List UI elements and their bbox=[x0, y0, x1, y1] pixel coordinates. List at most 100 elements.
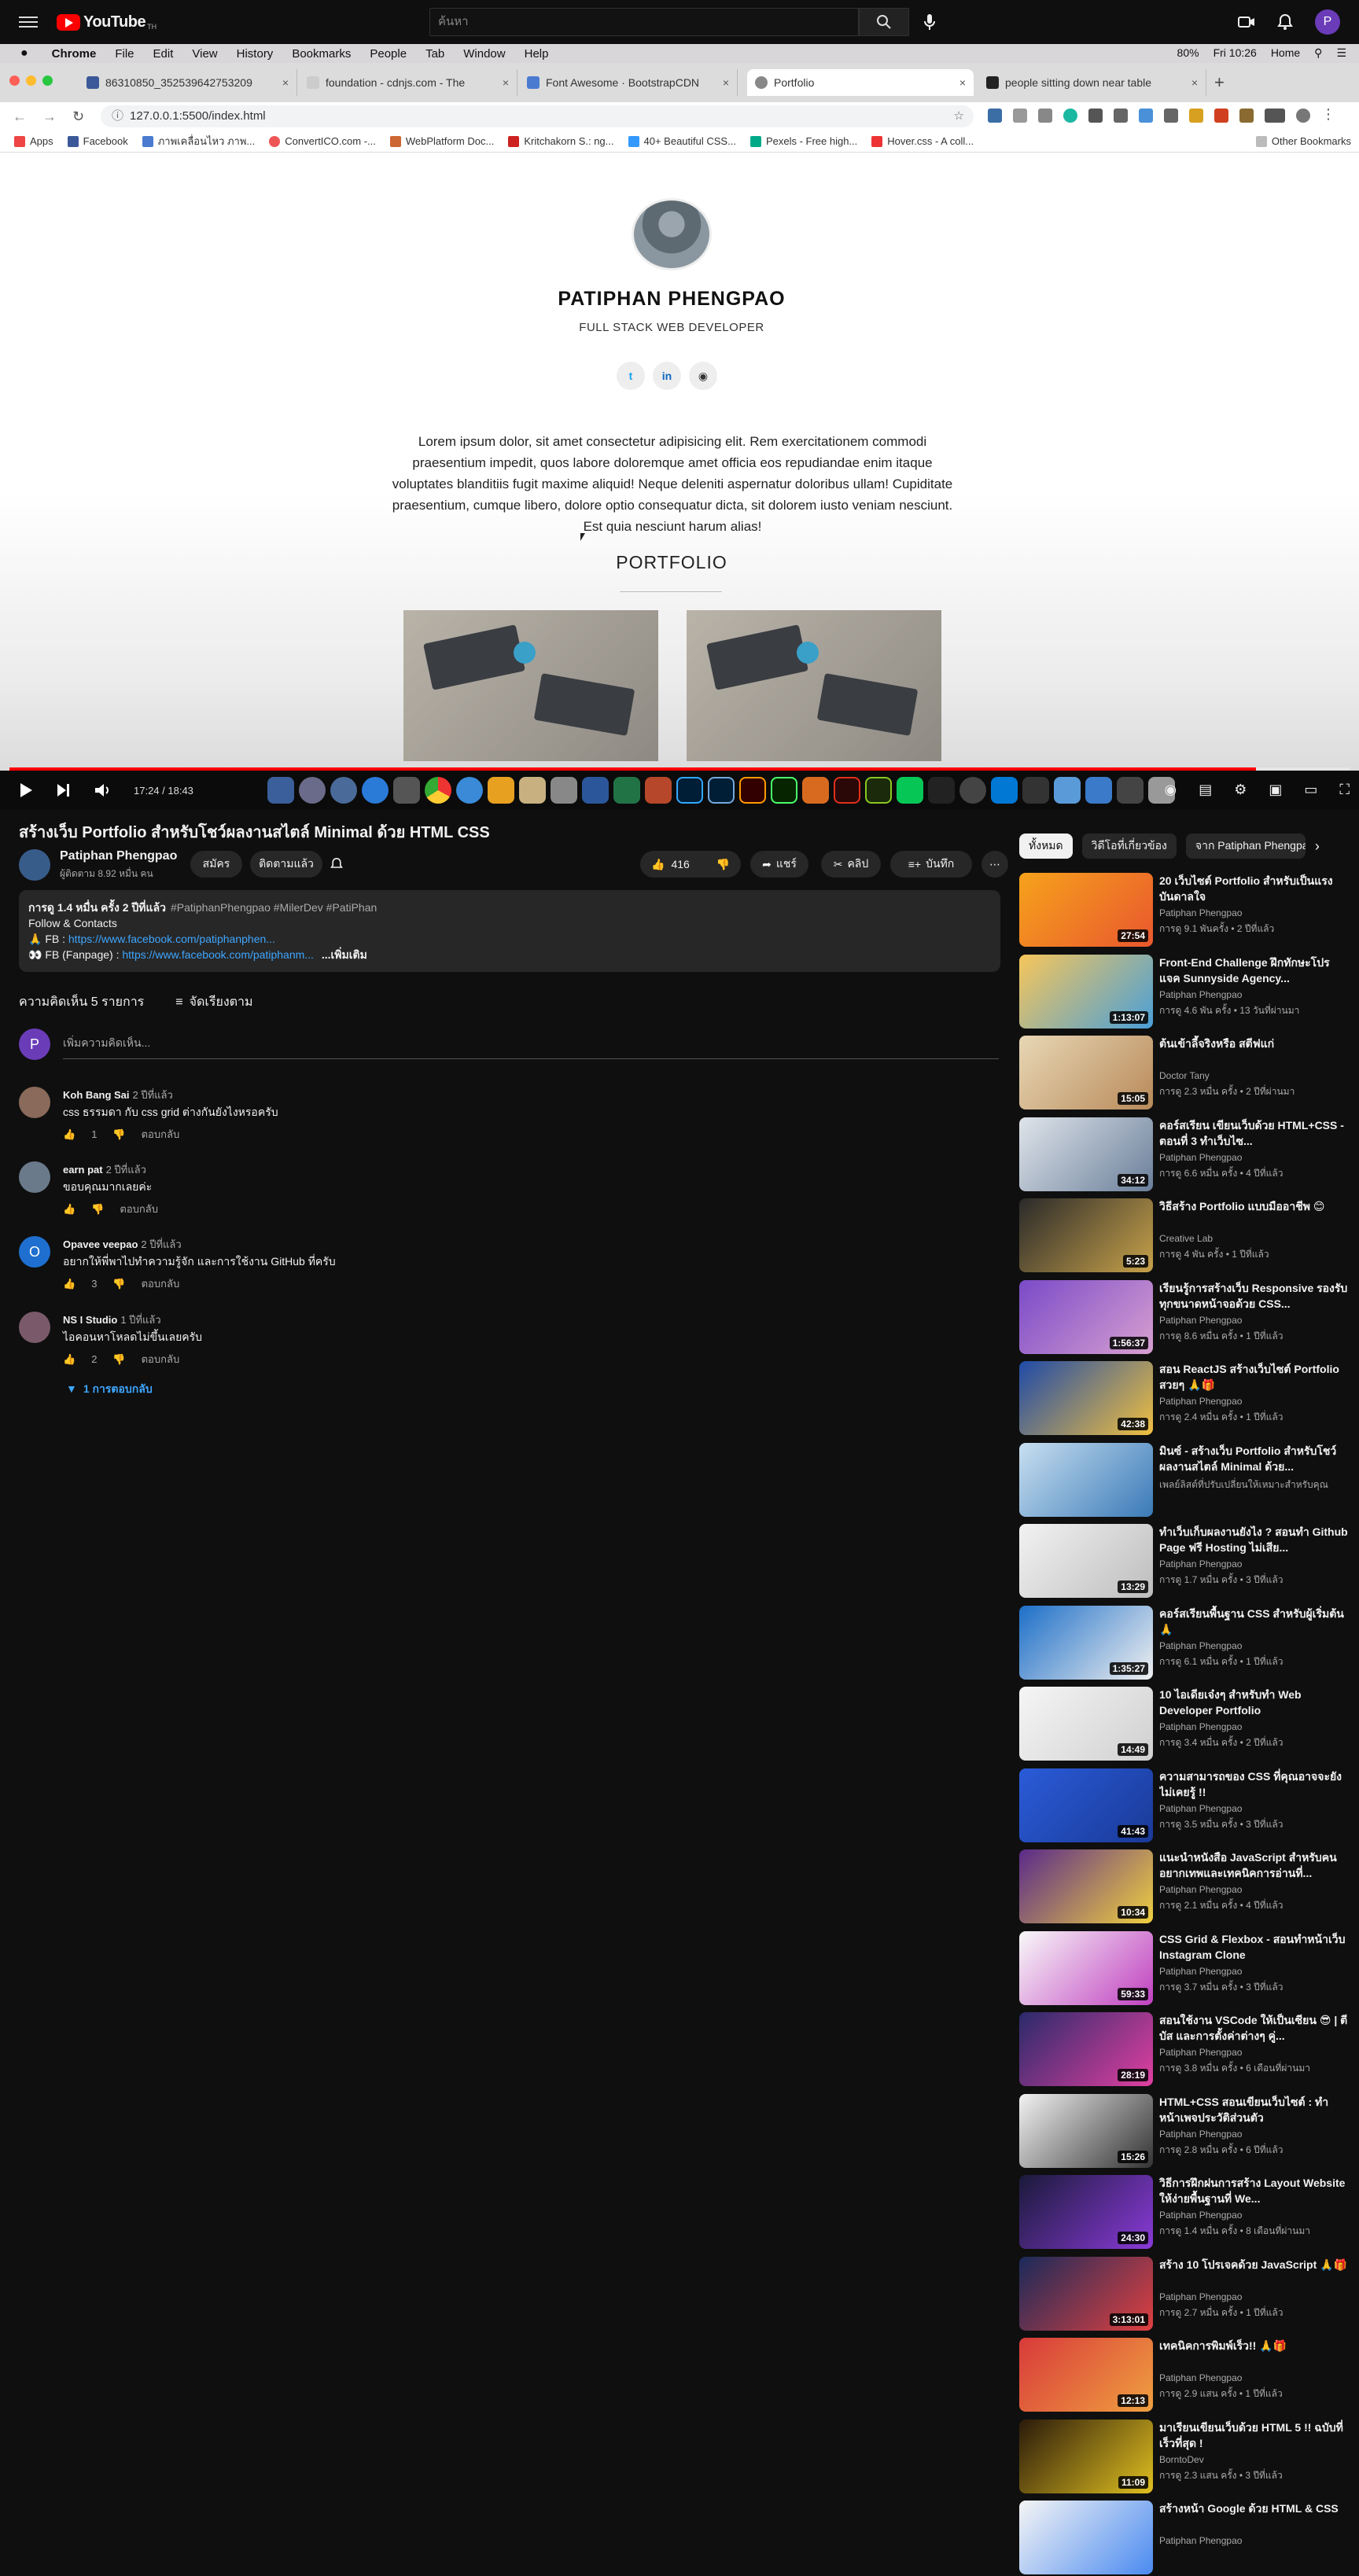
create-video-icon[interactable] bbox=[1238, 15, 1255, 29]
bookmark-webplatform[interactable]: WebPlatform Doc... bbox=[389, 135, 494, 147]
like-icon[interactable]: 👍 bbox=[651, 858, 665, 871]
comment-time[interactable]: 2 ปีที่แล้ว bbox=[106, 1164, 146, 1176]
commenter-avatar[interactable] bbox=[19, 1161, 50, 1193]
menu-chrome[interactable]: Chrome bbox=[52, 47, 97, 61]
other-bookmarks[interactable]: Other Bookmarks bbox=[1255, 135, 1351, 147]
account-avatar[interactable]: P bbox=[1315, 9, 1340, 35]
bookmark-pexels[interactable]: Pexels - Free high... bbox=[749, 135, 857, 147]
chevron-right-icon[interactable]: › bbox=[1315, 834, 1320, 859]
profile-avatar-icon[interactable] bbox=[1296, 109, 1310, 123]
dock-app-icon[interactable] bbox=[1117, 777, 1144, 804]
join-button[interactable]: สมัคร bbox=[190, 851, 242, 878]
dock-app-icon[interactable] bbox=[456, 777, 483, 804]
search-button[interactable] bbox=[859, 8, 909, 36]
dislike-icon[interactable]: 👎 bbox=[91, 1203, 104, 1216]
fanpage-link[interactable]: https://www.facebook.com/patiphanm... bbox=[122, 948, 314, 961]
menu-icon[interactable] bbox=[19, 17, 38, 28]
bookmark-facebook[interactable]: Facebook bbox=[67, 135, 128, 147]
chip-all[interactable]: ทั้งหมด bbox=[1019, 834, 1073, 859]
related-video-channel[interactable]: Patiphan Phengpao bbox=[1159, 1721, 1242, 1732]
bookmark-kritchakorn[interactable]: Kritchakorn S.: ng... bbox=[508, 135, 614, 147]
related-video-title[interactable]: Front-End Challenge ฝึกทักษะโปรแจค Sunny… bbox=[1159, 955, 1348, 986]
folder-icon[interactable] bbox=[1054, 777, 1081, 804]
extension-icon[interactable] bbox=[1265, 109, 1285, 123]
dislike-icon[interactable]: 👎 bbox=[112, 1278, 125, 1290]
related-video-channel[interactable]: Doctor Tany bbox=[1159, 1070, 1210, 1081]
related-video-item[interactable]: 1:56:37 เรียนรู้การสร้างเว็บ Responsive ร… bbox=[1019, 1280, 1350, 1356]
notifications-bell-icon[interactable] bbox=[1277, 13, 1293, 31]
related-video-title[interactable]: แนะนำหนังสือ JavaScript สำหรับคนอยากเทพแ… bbox=[1159, 1849, 1348, 1881]
related-video-title[interactable]: ต้นเข้าลี้จริงหรือ สตีฟแก่ bbox=[1159, 1036, 1348, 1051]
related-video-title[interactable]: 10 ไอเดียเจ๋งๆ สำหรับทำ Web Developer Po… bbox=[1159, 1687, 1348, 1718]
like-icon[interactable]: 👍 bbox=[63, 1353, 76, 1366]
twitter-icon[interactable]: t bbox=[617, 362, 645, 390]
related-video-item[interactable]: 15:05 ต้นเข้าลี้จริงหรือ สตีฟแก่ Doctor Ta… bbox=[1019, 1036, 1350, 1111]
chip-from-channel[interactable]: จาก Patiphan Phengpao bbox=[1185, 834, 1306, 859]
related-video-channel[interactable]: Patiphan Phengpao bbox=[1159, 2535, 1242, 2546]
forward-arrow-icon[interactable]: → bbox=[42, 109, 57, 125]
commenter-name[interactable]: Opavee veepao bbox=[63, 1238, 138, 1250]
chrome-icon[interactable] bbox=[425, 777, 451, 804]
commenter-avatar[interactable] bbox=[19, 1087, 50, 1118]
dock-app-icon[interactable] bbox=[362, 777, 389, 804]
search-input[interactable]: ค้นหา bbox=[429, 8, 859, 36]
terminal-icon[interactable] bbox=[928, 777, 955, 804]
menu-view[interactable]: View bbox=[192, 47, 217, 61]
dock-app-icon[interactable] bbox=[488, 777, 514, 804]
related-video-item[interactable]: 11:09 มาเรียนเขียนเว็บด้วย HTML 5 !! ฉบับ… bbox=[1019, 2420, 1350, 2495]
extension-icon[interactable] bbox=[1139, 109, 1153, 123]
related-video-channel[interactable]: Creative Lab bbox=[1159, 1233, 1213, 1244]
theater-mode-icon[interactable]: ▭ bbox=[1304, 782, 1317, 798]
menu-tab[interactable]: Tab bbox=[425, 47, 444, 61]
menu-people[interactable]: People bbox=[370, 47, 407, 61]
comment-time[interactable]: 2 ปีที่แล้ว bbox=[133, 1089, 173, 1101]
related-video-item[interactable]: 5:23 วิธีสร้าง Portfolio แบบมืออาชีพ 😊 Cre… bbox=[1019, 1198, 1350, 1274]
minimize-window-button[interactable] bbox=[26, 75, 36, 86]
apple-icon[interactable]: ● bbox=[20, 46, 28, 61]
github-icon[interactable]: ◉ bbox=[689, 362, 717, 390]
bookmark-gif[interactable]: ภาพเคลื่อนไหว ภาพ... bbox=[142, 133, 255, 149]
related-video-title[interactable]: เทคนิคการพิมพ์เร็ว!! 🙏🎁 bbox=[1159, 2338, 1348, 2353]
video-thumbnail[interactable]: 15:05 bbox=[1019, 1036, 1153, 1110]
video-thumbnail[interactable]: 27:54 bbox=[1019, 873, 1153, 947]
fullscreen-icon[interactable]: ⛶ bbox=[1339, 782, 1350, 798]
extension-icon[interactable] bbox=[1013, 109, 1027, 123]
related-video-item[interactable]: 41:43 ความสามารถของ CSS ที่คุณอาจจะยังไม่… bbox=[1019, 1768, 1350, 1844]
related-video-channel[interactable]: Patiphan Phengpao bbox=[1159, 2372, 1242, 2383]
video-thumbnail[interactable]: 15:26 bbox=[1019, 2094, 1153, 2168]
related-video-channel[interactable]: Patiphan Phengpao bbox=[1159, 1640, 1242, 1651]
more-actions-button[interactable]: ⋯ bbox=[982, 851, 1008, 878]
autoplay-toggle[interactable]: ◉ bbox=[1164, 782, 1177, 798]
extension-icon[interactable] bbox=[988, 109, 1002, 123]
menu-bookmarks[interactable]: Bookmarks bbox=[292, 47, 351, 61]
close-tab-icon[interactable]: × bbox=[282, 76, 289, 89]
related-video-title[interactable]: สอนใช้งาน VSCode ให้เป็นเซียน 😎 | ตีบัส … bbox=[1159, 2012, 1348, 2044]
close-tab-icon[interactable]: × bbox=[959, 76, 966, 89]
related-video-item[interactable]: 34:12 คอร์สเรียน เขียนเว็บด้วย HTML+CSS -… bbox=[1019, 1117, 1350, 1193]
commenter-name[interactable]: Koh Bang Sai bbox=[63, 1089, 130, 1101]
tab-pexels[interactable]: people sitting down near table × bbox=[978, 69, 1206, 96]
related-video-title[interactable]: ทำเว็บเก็บผลงานยังไง ? สอนทำ Github Page… bbox=[1159, 1524, 1348, 1555]
dock-app-icon[interactable] bbox=[1085, 777, 1112, 804]
reply-button[interactable]: ตอบกลับ bbox=[142, 1126, 180, 1143]
related-video-item[interactable]: สร้างหน้า Google ด้วย HTML & CSS Patiphan… bbox=[1019, 2501, 1350, 2576]
share-button[interactable]: ➦ แชร์ bbox=[750, 851, 808, 878]
reply-button[interactable]: ตอบกลับ bbox=[142, 1275, 180, 1292]
menu-history[interactable]: History bbox=[237, 47, 274, 61]
bookmark-css-buttons[interactable]: 40+ Beautiful CSS... bbox=[628, 135, 736, 147]
video-thumbnail[interactable]: 42:38 bbox=[1019, 1361, 1153, 1435]
subscribed-button[interactable]: ติดตามแล้ว bbox=[250, 851, 322, 878]
back-arrow-icon[interactable]: ← bbox=[13, 109, 27, 125]
video-thumbnail[interactable]: 34:12 bbox=[1019, 1117, 1153, 1191]
commenter-avatar[interactable]: O bbox=[19, 1236, 50, 1268]
related-video-item[interactable]: 42:38 สอน ReactJS สร้างเว็บไซต์ Portfolio… bbox=[1019, 1361, 1350, 1437]
video-thumbnail[interactable]: 1:56:37 bbox=[1019, 1280, 1153, 1354]
related-video-title[interactable]: วิธีการฝึกฝนการสร้าง Layout Website ให้ง… bbox=[1159, 2175, 1348, 2206]
facebook-link[interactable]: https://www.facebook.com/patiphanphen... bbox=[68, 933, 275, 945]
related-video-item[interactable]: 12:13 เทคนิคการพิมพ์เร็ว!! 🙏🎁 Patiphan Phe… bbox=[1019, 2338, 1350, 2413]
tab-cdnjs[interactable]: foundation - cdnjs.com - The × bbox=[299, 69, 517, 96]
dock-app-icon[interactable] bbox=[551, 777, 577, 804]
related-video-channel[interactable]: BorntoDev bbox=[1159, 2454, 1204, 2465]
video-thumbnail[interactable]: 28:19 bbox=[1019, 2012, 1153, 2086]
clock[interactable]: Fri 10:26 bbox=[1214, 46, 1257, 60]
